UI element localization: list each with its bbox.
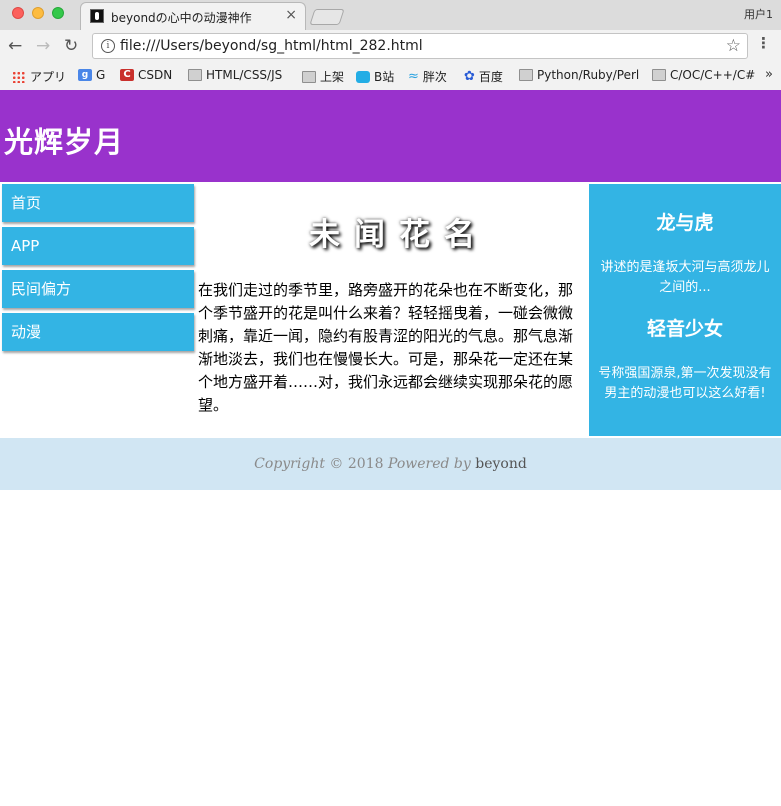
browser-chrome: beyondの心中の动漫神作 × 用户1 ← → ↻ i file:///Use… — [0, 0, 781, 90]
new-tab-button[interactable] — [309, 9, 345, 25]
info-icon[interactable]: i — [101, 39, 115, 53]
maximize-window-button[interactable] — [52, 7, 64, 19]
favicon-icon — [90, 9, 104, 23]
tab-bar: beyondの心中の动漫神作 × 用户1 — [0, 0, 781, 30]
menu-kebab-icon[interactable]: ⋮ — [756, 36, 771, 51]
bookmark-html-css-js[interactable]: HTML/CSS/JS — [188, 68, 282, 82]
footer-copyright: Copyright © — [254, 456, 344, 472]
aside-text-longyuhu: 讲述的是逢坂大河与高须龙儿之间的... — [600, 260, 770, 295]
footer-author: beyond — [475, 456, 527, 472]
folder-icon — [302, 70, 316, 83]
nav-item-folk-remedies[interactable]: 民间偏方 — [2, 270, 194, 308]
aside-text-qingyinshaonv: 号称强国源泉,第一次发现没有男主的动漫也可以这么好看! — [598, 366, 772, 401]
back-arrow-icon[interactable]: ← — [8, 36, 22, 56]
web-page: 光辉岁月 首页 APP 民间偏方 动漫 未闻花名 在我们走过的季节里，路旁盛开的… — [0, 90, 781, 806]
url-text[interactable]: file:///Users/beyond/sg_html/html_282.ht… — [120, 38, 423, 54]
left-nav: 首页 APP 民间偏方 动漫 — [2, 184, 194, 356]
bookmark-baidu[interactable]: ✿ 百度 — [464, 68, 503, 85]
right-sidebar: 龙与虎 讲述的是逢坂大河与高须龙儿之间的... 轻音少女 号称强国源泉,第一次发… — [589, 184, 781, 436]
site-header: 光辉岁月 — [0, 90, 781, 182]
toolbar: ← → ↻ i file:///Users/beyond/sg_html/htm… — [0, 30, 781, 62]
forward-arrow-icon[interactable]: → — [36, 36, 50, 56]
bookmark-bilibili[interactable]: B站 — [356, 68, 394, 85]
nav-item-home[interactable]: 首页 — [2, 184, 194, 222]
aside-title-qingyinshaonv: 轻音少女 — [646, 318, 723, 340]
tab-title: beyondの心中の动漫神作 — [111, 11, 252, 25]
aside-title-longyuhu: 龙与虎 — [656, 212, 714, 234]
bookmark-c-oc-cpp-cs[interactable]: C/OC/C++/C# — [652, 68, 755, 82]
profile-button[interactable]: 用户1 — [744, 6, 773, 22]
bookmarks-more-icon[interactable]: » — [765, 67, 773, 82]
bookmarks-bar: アプリ gG C CSDN HTML/CSS/JS 上架 B站 ≈ 胖次 ✿ 百度 P… — [0, 62, 781, 90]
bookmark-python-ruby-perl[interactable]: Python/Ruby/Perl — [519, 68, 639, 82]
site-footer: Copyright © 2018 Powered by beyond — [0, 438, 781, 490]
nav-item-anime[interactable]: 动漫 — [2, 313, 194, 351]
reload-icon[interactable]: ↻ — [64, 36, 78, 56]
bookmark-star-icon[interactable]: ☆ — [726, 36, 741, 56]
bookmark-shangjia[interactable]: 上架 — [302, 68, 344, 85]
tab-close-icon[interactable]: × — [285, 7, 297, 23]
address-bar[interactable]: i file:///Users/beyond/sg_html/html_282.… — [92, 33, 748, 59]
footer-year: 2018 — [347, 456, 384, 472]
bilibili-icon — [356, 70, 370, 83]
bookmark-apps[interactable]: アプリ — [12, 68, 66, 85]
folder-icon — [519, 69, 533, 81]
bookmark-g[interactable]: gG — [78, 68, 105, 82]
wave-icon: ≈ — [408, 69, 419, 84]
google-translate-icon: g — [78, 69, 92, 81]
minimize-window-button[interactable] — [32, 7, 44, 19]
footer-powered: Powered by — [387, 456, 471, 472]
folder-icon — [188, 69, 202, 81]
site-title: 光辉岁月 — [4, 125, 125, 159]
folder-icon — [652, 69, 666, 81]
baidu-paw-icon: ✿ — [464, 69, 475, 84]
apps-grid-icon — [12, 70, 26, 83]
browser-tab[interactable]: beyondの心中の动漫神作 × — [80, 2, 306, 30]
main-content: 未闻花名 在我们走过的季节里，路旁盛开的花朵也在不断变化，那个季节盛开的花是叫什… — [198, 184, 586, 417]
close-window-button[interactable] — [12, 7, 24, 19]
main-paragraph: 在我们走过的季节里，路旁盛开的花朵也在不断变化，那个季节盛开的花是叫什么来着？轻… — [198, 281, 574, 414]
nav-item-app[interactable]: APP — [2, 227, 194, 265]
bookmark-pangci[interactable]: ≈ 胖次 — [408, 68, 447, 85]
csdn-icon: C — [120, 69, 134, 81]
main-title: 未闻花名 — [309, 217, 489, 253]
bookmark-csdn[interactable]: C CSDN — [120, 68, 172, 82]
